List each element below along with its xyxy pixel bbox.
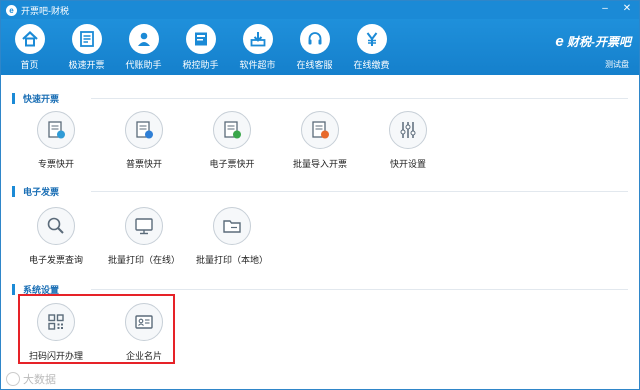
qr-code-icon (37, 303, 75, 341)
window-title: 开票吧-财税 (21, 5, 69, 16)
section-title: 电子发票 (23, 186, 60, 197)
toolbar-tax-control-assistant[interactable]: 税控助手 (172, 19, 229, 75)
yen-icon (356, 24, 387, 54)
item-label: 专票快开 (37, 159, 74, 169)
special-invoice-icon (37, 111, 75, 149)
accountant-icon (128, 24, 159, 54)
section-bar (12, 283, 15, 295)
item-e-invoice-query[interactable]: 电子发票查询 (21, 207, 91, 266)
title-bar: e 开票吧-财税 – ✕ (1, 1, 639, 19)
item-label: 普票快开 (125, 159, 162, 169)
toolbar-label: 税控助手 (182, 60, 219, 70)
section-system-settings-header: 系统设置 (12, 282, 59, 296)
toolbar-software-store[interactable]: 软件超市 (229, 19, 286, 75)
toolbar-label: 首页 (20, 60, 39, 70)
folder-icon (213, 207, 251, 245)
watermark: 大数据 (6, 371, 56, 387)
section-divider (91, 98, 628, 99)
item-batch-print-local[interactable]: 批量打印（本地） (196, 207, 269, 266)
e-invoice-icon (213, 111, 251, 149)
item-label: 批量打印（在线） (108, 255, 181, 265)
item-batch-import-invoice[interactable]: 批量导入开票 (285, 111, 355, 170)
window-controls: – ✕ (599, 3, 633, 15)
section-title: 快速开票 (23, 93, 60, 104)
item-label: 批量打印（本地） (196, 255, 269, 265)
minimize-button[interactable]: – (599, 3, 611, 15)
toolbar-quick-invoice[interactable]: 极速开票 (58, 19, 115, 75)
main-toolbar: 首页 极速开票 代账助手 税控助手 软件超市 在线客服 在线缴费 e 财税-开票… (1, 19, 639, 75)
home-icon (14, 24, 45, 54)
item-label: 扫码闪开办理 (28, 351, 83, 361)
toolbar-label: 在线客服 (296, 60, 333, 70)
item-label: 快开设置 (389, 159, 426, 169)
general-invoice-icon (125, 111, 163, 149)
section-divider (91, 191, 628, 192)
batch-import-icon (301, 111, 339, 149)
section-bar (12, 185, 15, 197)
watermark-icon (6, 372, 20, 386)
section-title: 系统设置 (23, 284, 60, 295)
item-label: 电子发票查询 (28, 255, 83, 265)
item-quick-settings[interactable]: 快开设置 (373, 111, 443, 170)
section-quick-invoice-header: 快速开票 (12, 91, 59, 105)
search-icon (37, 207, 75, 245)
toolbar-accounting-assistant[interactable]: 代账助手 (115, 19, 172, 75)
toolbar-label: 极速开票 (68, 60, 105, 70)
close-button[interactable]: ✕ (621, 3, 633, 15)
current-user-label: 测试盘 (605, 60, 629, 69)
item-business-card[interactable]: 企业名片 (109, 303, 179, 362)
section-e-invoice-header: 电子发票 (12, 184, 59, 198)
item-scan-qr-quick-apply[interactable]: 扫码闪开办理 (21, 303, 91, 362)
item-e-invoice-quick[interactable]: 电子票快开 (197, 111, 267, 170)
invoice-icon (71, 24, 102, 54)
app-window: e 开票吧-财税 – ✕ 首页 极速开票 代账助手 税控助手 软件超市 在线客服… (0, 0, 640, 390)
watermark-text: 大数据 (23, 374, 56, 386)
toolbar-label: 代账助手 (125, 60, 162, 70)
brand-mark: e (555, 33, 564, 50)
item-special-invoice-quick[interactable]: 专票快开 (21, 111, 91, 170)
section-divider (91, 289, 628, 290)
app-logo-icon: e (6, 4, 17, 16)
brand-logo: e 财税-开票吧 (555, 33, 631, 50)
toolbar-online-support[interactable]: 在线客服 (286, 19, 343, 75)
item-general-invoice-quick[interactable]: 普票快开 (109, 111, 179, 170)
toolbar-label: 软件超市 (239, 60, 276, 70)
toolbar-home[interactable]: 首页 (1, 19, 58, 75)
toolbar-label: 在线缴费 (353, 60, 390, 70)
tax-book-icon (185, 24, 216, 54)
item-label: 电子票快开 (209, 159, 255, 169)
section-bar (12, 92, 15, 104)
item-label: 批量导入开票 (292, 159, 347, 169)
download-icon (242, 24, 273, 54)
business-card-icon (125, 303, 163, 341)
item-label: 企业名片 (125, 351, 162, 361)
toolbar-online-payment[interactable]: 在线缴费 (343, 19, 400, 75)
headset-icon (299, 24, 330, 54)
settings-sliders-icon (389, 111, 427, 149)
item-batch-print-online[interactable]: 批量打印（在线） (108, 207, 181, 266)
monitor-icon (125, 207, 163, 245)
brand-name: 财税-开票吧 (567, 35, 631, 49)
